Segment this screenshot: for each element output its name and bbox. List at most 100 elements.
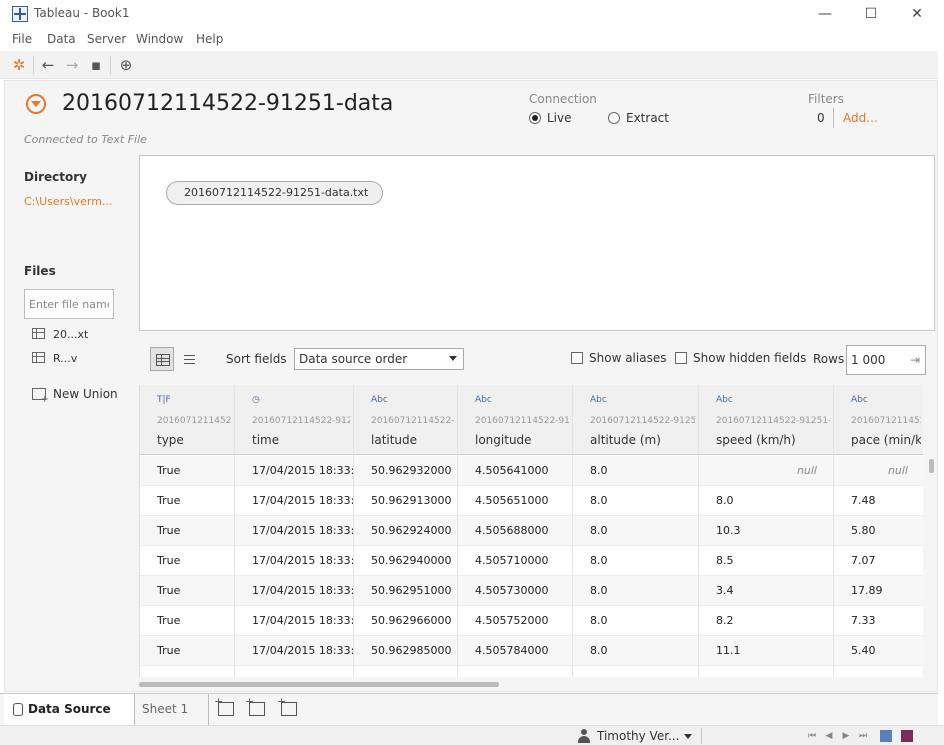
grid-cell[interactable]: 17/04/2015 18:33:... <box>235 636 353 666</box>
string-type-icon[interactable]: Abc <box>371 395 388 405</box>
grid-cell[interactable]: 5.40 <box>834 636 923 666</box>
tableau-logo-icon[interactable]: ✲ <box>9 55 29 75</box>
grid-cell[interactable]: 7.07 <box>834 546 923 576</box>
last-sheet-icon[interactable]: ⏭ <box>856 728 870 744</box>
column-name[interactable]: pace (min/km) <box>851 433 921 447</box>
file-item-csv[interactable]: R...v <box>32 352 77 365</box>
column-name[interactable]: longitude <box>475 433 569 447</box>
grid-cell[interactable]: 8.0 <box>699 486 833 516</box>
user-name[interactable]: Timothy Ver... <box>597 729 680 743</box>
string-type-icon[interactable]: Abc <box>590 395 607 405</box>
grid-horizontal-scrollbar[interactable] <box>139 682 923 688</box>
column-header[interactable]: ◷ 20160712114522-91251-data time <box>235 385 353 455</box>
join-canvas[interactable]: 20160712114522-91251-data.txt <box>139 155 935 331</box>
grid-cell[interactable]: True <box>140 516 234 546</box>
grid-cell[interactable]: 10.3 <box>699 516 833 546</box>
grid-cell[interactable]: 11.1 <box>699 636 833 666</box>
grid-cell[interactable]: 50.962940000 <box>354 546 457 576</box>
grid-cell[interactable]: 8.0 <box>573 636 698 666</box>
new-story-icon[interactable] <box>277 695 297 716</box>
grid-cell[interactable]: 50.962985000 <box>354 636 457 666</box>
forward-arrow-icon[interactable]: → <box>62 55 82 75</box>
grid-cell[interactable]: True <box>140 576 234 606</box>
tab-sheet-1[interactable]: Sheet 1 <box>135 694 209 725</box>
first-sheet-icon[interactable]: ⏮ <box>805 728 819 744</box>
add-filter-link[interactable]: Add... <box>843 111 878 125</box>
minimize-button[interactable]: — <box>802 2 848 26</box>
grid-cell[interactable]: 4.505688000 <box>458 516 572 546</box>
extract-radio[interactable]: Extract <box>608 111 669 125</box>
rows-apply-icon[interactable]: ⇥ <box>910 346 920 374</box>
menu-server[interactable]: Server <box>87 32 126 46</box>
grid-cell[interactable]: 8.0 <box>573 576 698 606</box>
new-dashboard-icon[interactable] <box>245 695 265 716</box>
menu-data[interactable]: Data <box>47 32 76 46</box>
grid-cell[interactable]: 8.0 <box>573 606 698 636</box>
column-name[interactable]: time <box>252 433 350 447</box>
sort-fields-select[interactable]: Data source order <box>294 348 464 370</box>
grid-cell[interactable]: 8.2 <box>699 606 833 636</box>
file-search-input[interactable] <box>24 289 114 319</box>
menu-file[interactable]: File <box>12 32 32 46</box>
column-time[interactable]: ◷ 20160712114522-91251-data time 17/04/2… <box>235 385 354 677</box>
maximize-button[interactable]: ☐ <box>848 2 894 26</box>
back-arrow-icon[interactable]: ← <box>38 55 58 75</box>
show-filmstrip-icon[interactable] <box>880 730 892 742</box>
column-name[interactable]: latitude <box>371 433 454 447</box>
grid-cell[interactable]: 17/04/2015 18:33:... <box>235 606 353 636</box>
grid-cell[interactable]: 5.80 <box>834 516 923 546</box>
column-header[interactable]: T|F 20160712114522-91251-data type <box>140 385 234 455</box>
column-type[interactable]: T|F 20160712114522-91251-data type True … <box>140 385 235 677</box>
grid-cell[interactable]: 7.33 <box>834 606 923 636</box>
grid-cell[interactable]: 50.962924000 <box>354 516 457 546</box>
grid-cell[interactable]: 4.505641000 <box>458 456 572 486</box>
grid-cell[interactable]: 8.0 <box>573 546 698 576</box>
grid-cell[interactable]: 50.962951000 <box>354 576 457 606</box>
list-view-icon[interactable] <box>177 347 201 371</box>
grid-cell[interactable]: 50.962913000 <box>354 486 457 516</box>
file-item-text[interactable]: 20...xt <box>32 328 88 341</box>
grid-cell[interactable]: True <box>140 456 234 486</box>
grid-view-icon[interactable] <box>150 347 174 371</box>
save-icon[interactable]: ▪ <box>86 55 106 75</box>
tab-data-source[interactable]: Data Source <box>4 694 135 725</box>
string-type-icon[interactable]: Abc <box>475 395 492 405</box>
grid-cell[interactable]: 17/04/2015 18:33:... <box>235 516 353 546</box>
string-type-icon[interactable]: Abc <box>716 395 733 405</box>
boolean-type-icon[interactable]: T|F <box>157 395 171 405</box>
grid-cell[interactable]: 8.0 <box>573 456 698 486</box>
column-name[interactable]: type <box>157 433 231 447</box>
show-aliases-checkbox[interactable]: Show aliases <box>571 351 666 365</box>
menu-help[interactable]: Help <box>196 32 223 46</box>
grid-cell[interactable]: True <box>140 546 234 576</box>
grid-cell-null[interactable]: null <box>699 456 833 486</box>
grid-cell[interactable]: 4.505752000 <box>458 606 572 636</box>
grid-cell[interactable]: True <box>140 486 234 516</box>
grid-cell[interactable]: 4.505784000 <box>458 636 572 666</box>
show-hidden-fields-checkbox[interactable]: Show hidden fields <box>675 351 806 365</box>
grid-cell[interactable]: 3.4 <box>699 576 833 606</box>
menu-window[interactable]: Window <box>136 32 183 46</box>
directory-path-link[interactable]: C:\Users\verm... <box>24 195 112 208</box>
previous-sheet-icon[interactable]: ◀ <box>822 728 836 744</box>
grid-cell[interactable]: 50.962932000 <box>354 456 457 486</box>
column-header[interactable]: Abc 20160712114522-91251-data latitude <box>354 385 457 455</box>
grid-cell[interactable]: 17/04/2015 18:33:... <box>235 576 353 606</box>
datetime-type-icon[interactable]: ◷ <box>252 395 260 405</box>
new-data-source-icon[interactable]: ⊕ <box>116 55 136 75</box>
grid-cell[interactable]: 17.89 <box>834 576 923 606</box>
grid-cell[interactable]: 4.505651000 <box>458 486 572 516</box>
grid-cell[interactable]: True <box>140 606 234 636</box>
column-header[interactable]: Abc 20160712114522-91251-data speed (km/… <box>699 385 833 455</box>
column-longitude[interactable]: Abc 20160712114522-91251-data longitude … <box>458 385 573 677</box>
chevron-down-icon[interactable] <box>684 734 692 739</box>
grid-cell[interactable]: 7.48 <box>834 486 923 516</box>
grid-cell[interactable]: 17/04/2015 18:33:... <box>235 456 353 486</box>
grid-cell[interactable]: 17/04/2015 18:33:... <box>235 546 353 576</box>
scrollbar-thumb[interactable] <box>139 682 499 687</box>
grid-cell[interactable]: 8.0 <box>573 516 698 546</box>
grid-cell[interactable]: True <box>140 636 234 666</box>
grid-cell-null[interactable]: null <box>834 456 923 486</box>
next-sheet-icon[interactable]: ▶ <box>839 728 853 744</box>
grid-cell[interactable]: 4.505710000 <box>458 546 572 576</box>
